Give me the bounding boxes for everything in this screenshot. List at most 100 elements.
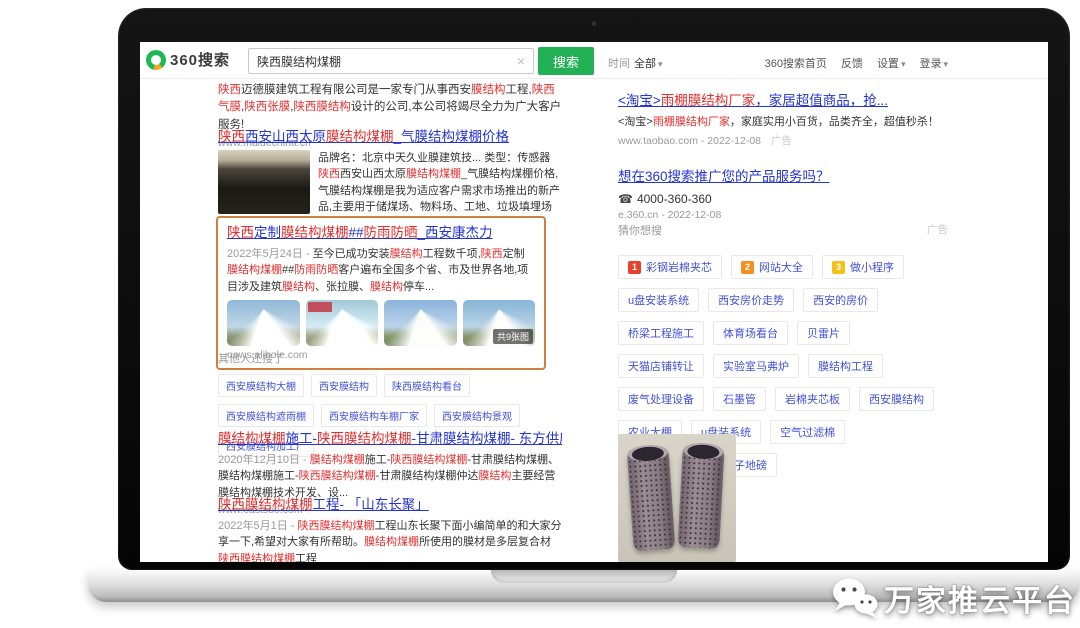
- phone-number: 4000-360-360: [637, 192, 712, 206]
- suggested-search-tag[interactable]: u盘安装系统: [618, 288, 699, 312]
- suggested-search-tag[interactable]: 西安的房价: [803, 288, 878, 312]
- result-thumbnail[interactable]: [227, 300, 300, 346]
- text-segment: -甘肃膜结构煤棚- 东方供应商: [412, 431, 563, 446]
- text-segment: 防雨防晒: [294, 264, 338, 276]
- text-segment: _气膜结构煤棚价格: [394, 129, 510, 144]
- time-filter-value[interactable]: 全部▾: [634, 58, 663, 70]
- text-segment: 西安山西太原: [340, 168, 406, 180]
- result-thumbnail[interactable]: [218, 150, 310, 214]
- text-segment: 防雨防晒: [364, 225, 418, 240]
- text-segment: 膜结构煤棚: [227, 264, 282, 276]
- text-segment: 陕西膜结构煤棚: [317, 431, 412, 446]
- related-search-tag[interactable]: 西安膜结构景观: [434, 404, 520, 427]
- tag-label: u盘安装系统: [628, 295, 689, 307]
- suggested-search-tag[interactable]: 体育场看台: [713, 321, 788, 345]
- result-date: 2022年5月1日 -: [218, 520, 297, 532]
- text-segment: ，家庭实用小百货，品类齐全，超值秒杀！: [730, 116, 939, 128]
- 360-logo-text: 360搜索: [170, 49, 230, 70]
- mesh-cylinder-image: [626, 447, 675, 552]
- related-search-tag[interactable]: 西安膜结构遮雨棚: [218, 404, 314, 427]
- 360-logo-icon: [146, 50, 166, 70]
- text-segment: 膜结构: [390, 248, 423, 260]
- suggested-search-tag[interactable]: 桥梁工程施工: [618, 321, 704, 345]
- suggested-search-tag[interactable]: 西安膜结构: [859, 387, 934, 411]
- search-box[interactable]: 陕西膜结构煤棚 ×: [248, 48, 534, 74]
- time-filter-label: 时间: [608, 58, 630, 70]
- text-segment: 陕西: [318, 168, 340, 180]
- text-segment: 陕西膜结构煤棚: [218, 553, 295, 562]
- text-segment: 迈德膜建筑工程有限公司是一家专门从事西安: [241, 84, 471, 96]
- text-segment: ##: [349, 225, 364, 240]
- text-segment: 施工-: [286, 431, 318, 446]
- suggested-search-tag[interactable]: 3做小程序: [822, 255, 904, 279]
- related-search-tag[interactable]: 陕西膜结构看台: [384, 374, 470, 397]
- suggested-search-tag[interactable]: 岩棉夹芯板: [775, 387, 850, 411]
- time-filter-selected: 全部: [634, 58, 656, 70]
- result-snippet: 2022年5月24日 - 至今已成功安装膜结构工程数千项,陕西定制膜结构煤棚##…: [227, 246, 535, 296]
- suggested-search-tag[interactable]: 实验室马弗炉: [713, 354, 799, 378]
- tag-label: 桥梁工程施工: [628, 328, 694, 340]
- product-photo[interactable]: [618, 434, 736, 562]
- text-segment: 膜结构: [471, 84, 506, 96]
- image-count-badge: 共9张图: [493, 329, 533, 344]
- ad-url-text: www.taobao.com - 2022-12-08: [618, 135, 761, 147]
- suggested-search-tag[interactable]: 天猫店铺转让: [618, 354, 704, 378]
- related-search-tag[interactable]: 西安膜结构车棚厂家: [321, 404, 427, 427]
- text-segment: 定制: [503, 248, 525, 260]
- text-segment: 膜结构: [370, 281, 403, 293]
- text-segment: 膜结构: [478, 470, 511, 482]
- 360-logo[interactable]: 360搜索: [146, 49, 230, 70]
- related-search-tag[interactable]: 西安膜结构大棚: [218, 374, 304, 397]
- ad-title-link[interactable]: <淘宝>雨棚膜结构厂家，家居超值商品，抢...: [618, 92, 948, 110]
- nav-settings-label: 设置: [877, 58, 899, 70]
- chevron-down-icon: ▾: [943, 59, 948, 69]
- text-segment: 西安山西太原: [245, 129, 326, 144]
- promo-url: e.360.cn - 2022-12-08: [618, 209, 948, 221]
- ad-result: <淘宝>雨棚膜结构厂家，家居超值商品，抢... <淘宝>雨棚膜结构厂家，家庭实用…: [618, 92, 948, 148]
- suggested-search-tag[interactable]: 废气处理设备: [618, 387, 704, 411]
- text-segment: 陕西: [481, 248, 503, 260]
- tag-label: 彩钢岩棉夹芯: [646, 262, 712, 274]
- time-filter: 时间全部▾: [608, 55, 663, 71]
- text-segment: _西安康杰力: [418, 225, 493, 240]
- tag-label: 贝雷片: [807, 328, 840, 340]
- nav-home-link[interactable]: 360搜索首页: [765, 55, 827, 71]
- promo-title-link[interactable]: 想在360搜索推广您的产品服务吗？: [618, 168, 948, 186]
- result-thumbnail[interactable]: [306, 300, 379, 346]
- chevron-down-icon: ▾: [901, 59, 906, 69]
- related-search-tag[interactable]: 西安膜结构: [311, 374, 377, 397]
- wechat-icon: [831, 576, 879, 620]
- result-title-link[interactable]: 膜结构煤棚施工-陕西膜结构煤棚-甘肃膜结构煤棚- 东方供应商: [218, 430, 562, 448]
- search-input[interactable]: 陕西膜结构煤棚: [257, 53, 517, 70]
- corner-badge: [308, 302, 332, 312]
- result-snippet: 2020年12月10日 - 膜结构煤棚施工-陕西膜结构煤棚-甘肃膜结构煤棚、膜结…: [218, 452, 562, 502]
- result-title-link[interactable]: 陕西膜结构煤棚工程- 「山东长聚」: [218, 496, 562, 514]
- nav-feedback-link[interactable]: 反馈: [841, 55, 863, 71]
- result-thumbnail[interactable]: 共9张图: [463, 300, 536, 346]
- nav-settings-link[interactable]: 设置▾: [877, 55, 906, 71]
- suggested-search-tag[interactable]: 1彩钢岩棉夹芯: [618, 255, 722, 279]
- mesh-cylinder-image: [677, 445, 724, 549]
- suggested-search-tag[interactable]: 贝雷片: [797, 321, 850, 345]
- result-title-link[interactable]: 陕西定制膜结构煤棚##防雨防晒_西安康杰力: [227, 224, 535, 242]
- text-segment: 定制: [254, 225, 281, 240]
- result-meta: 品牌名：北京中天久业膜建筑技... 类型：传感器: [318, 150, 562, 167]
- text-segment: 陕西膜结构: [293, 101, 351, 113]
- clear-icon[interactable]: ×: [517, 54, 525, 68]
- tag-label: 膜结构工程: [818, 361, 873, 373]
- suggested-searches-label: 猜你想搜: [618, 222, 662, 238]
- search-button[interactable]: 搜索: [538, 47, 594, 75]
- nav-login-link[interactable]: 登录▾: [919, 55, 948, 71]
- related-searches-label: 其他人还搜了: [218, 350, 562, 366]
- text-segment: 陕西: [218, 84, 241, 96]
- suggested-search-tag[interactable]: 空气过滤棉: [770, 420, 845, 444]
- text-segment: <淘宝>: [618, 116, 653, 128]
- suggested-search-tag[interactable]: 石墨管: [713, 387, 766, 411]
- suggested-search-tag[interactable]: 2网站大全: [731, 255, 813, 279]
- suggested-search-tag[interactable]: 膜结构工程: [808, 354, 883, 378]
- suggested-search-tag[interactable]: 西安房价走势: [708, 288, 794, 312]
- tag-label: 空气过滤棉: [780, 427, 835, 439]
- result-title-link[interactable]: 陕西西安山西太原膜结构煤棚_气膜结构煤棚价格: [218, 128, 562, 146]
- result-thumbnail[interactable]: [384, 300, 457, 346]
- text-segment: 陕西张膜: [244, 101, 290, 113]
